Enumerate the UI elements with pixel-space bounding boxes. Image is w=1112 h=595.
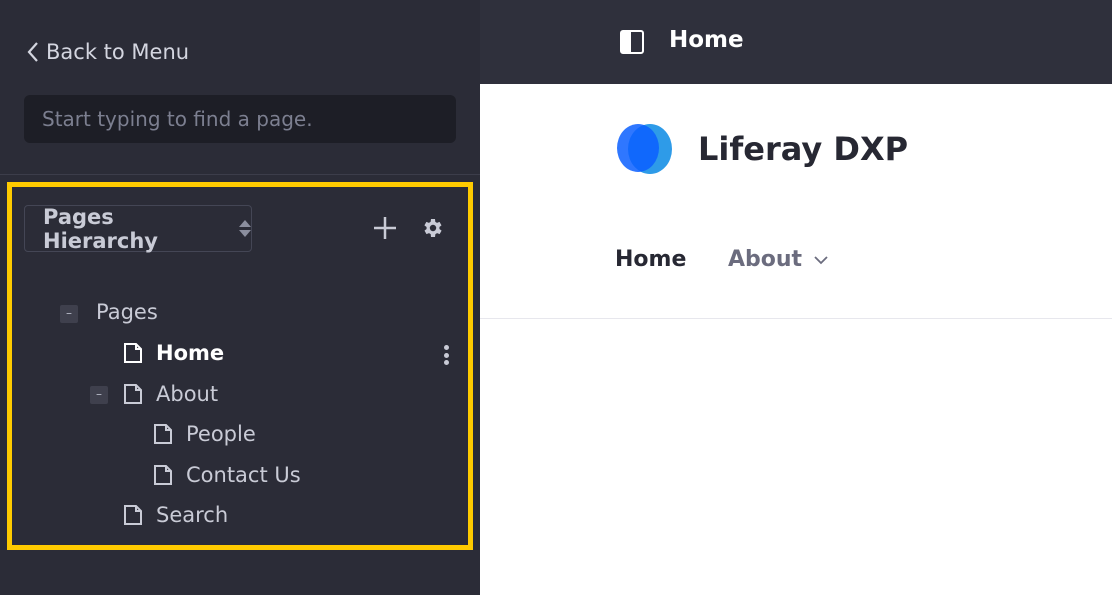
nav-link-label: Home [615,247,687,272]
pages-sidebar: Back to Menu Pages Hierarchy – Pages Hom… [0,0,480,595]
highlight-box [7,182,473,550]
liferay-logo-icon [617,124,672,174]
nav-link-about[interactable]: About [728,247,828,272]
site-name: Liferay DXP [698,130,909,168]
back-to-menu-label: Back to Menu [46,40,190,64]
control-menu-bar: Home [480,0,1112,84]
sidebar-divider [0,174,480,175]
page-search-input[interactable] [24,95,456,143]
page-title: Home [669,27,744,53]
back-to-menu-link[interactable]: Back to Menu [26,40,189,64]
header-divider [480,318,1112,319]
chevron-down-icon [814,255,828,264]
sidebar-toggle-icon[interactable] [620,30,644,54]
chevron-left-icon [27,42,38,62]
nav-link-label: About [728,247,803,272]
nav-link-home[interactable]: Home [615,247,686,272]
